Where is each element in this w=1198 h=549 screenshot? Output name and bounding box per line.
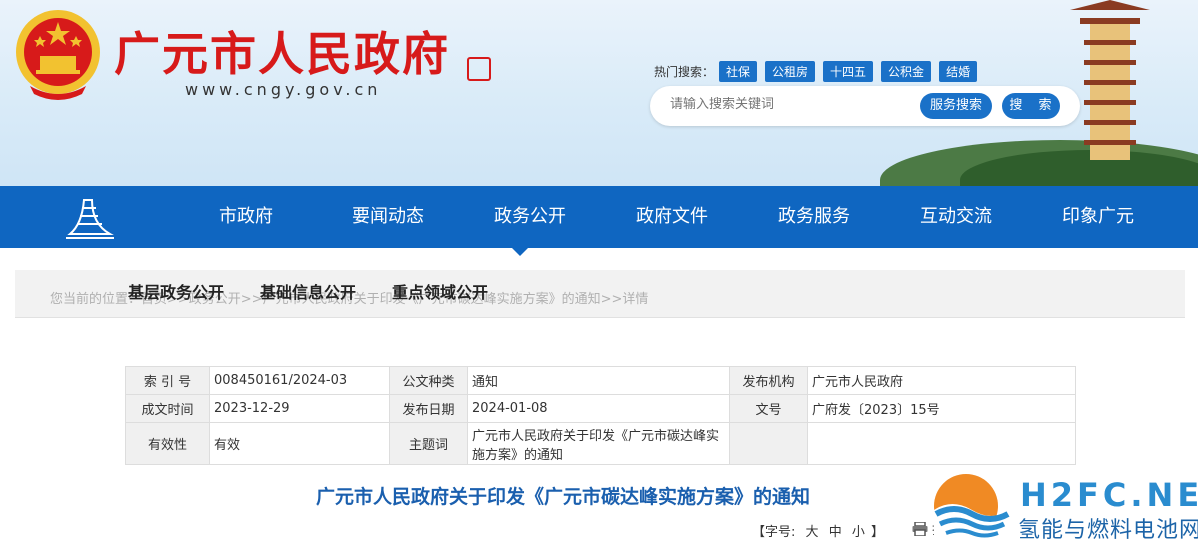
info-value: 2024-01-08 bbox=[467, 394, 730, 423]
font-size-label: 【字号: bbox=[752, 525, 796, 540]
info-value: 广府发〔2023〕15号 bbox=[807, 394, 1076, 423]
search-input[interactable] bbox=[670, 97, 910, 112]
info-key: 公文种类 bbox=[389, 366, 468, 395]
info-value: 2023-12-29 bbox=[209, 394, 390, 423]
hot-tag[interactable]: 结婚 bbox=[939, 61, 978, 82]
h2fc-logo-icon bbox=[934, 474, 1010, 542]
font-size-small[interactable]: 小 bbox=[852, 525, 865, 540]
nav-item-interaction[interactable]: 互动交流 bbox=[885, 186, 1027, 248]
sub-nav-item-basic-info[interactable]: 基础信息公开 bbox=[260, 279, 356, 303]
info-key: 有效性 bbox=[125, 422, 210, 465]
font-size-close: 】 bbox=[871, 525, 885, 540]
hot-tag[interactable]: 社保 bbox=[719, 61, 758, 82]
nav-item-news[interactable]: 要闻动态 bbox=[317, 186, 459, 248]
hot-tag[interactable]: 公积金 bbox=[881, 61, 932, 82]
hot-tag[interactable]: 十四五 bbox=[823, 61, 874, 82]
document-info-table: 索 引 号 008450161/2024-03 公文种类 通知 发布机构 广元市… bbox=[125, 366, 1076, 465]
nav-item-government-affairs[interactable]: 政务公开 bbox=[459, 186, 601, 248]
nav-item-government-documents[interactable]: 政府文件 bbox=[601, 186, 743, 248]
site-url[interactable]: www.cngy.gov.cn bbox=[185, 80, 381, 99]
watermark-tagline: 氢能与燃料电池网 bbox=[1018, 518, 1198, 543]
info-key: 成文时间 bbox=[125, 394, 210, 423]
info-key: 主题词 bbox=[389, 422, 468, 465]
hot-search-label: 热门搜索： bbox=[654, 65, 715, 79]
search-box: 服务搜索 搜 索 bbox=[650, 86, 1080, 126]
nav-item-city-government[interactable]: 市政府 bbox=[175, 186, 317, 248]
info-value: 008450161/2024-03 bbox=[209, 366, 390, 395]
tower-icon bbox=[1070, 0, 1150, 160]
site-title: 广元市人民政府 bbox=[114, 27, 450, 81]
article-title: 广元市人民政府关于印发《广元市碳达峰实施方案》的通知 bbox=[316, 486, 811, 508]
national-emblem-icon bbox=[16, 10, 100, 100]
info-value: 有效 bbox=[209, 422, 390, 465]
service-search-button[interactable]: 服务搜索 bbox=[920, 93, 992, 119]
site-header: 广元市人民政府 www.cngy.gov.cn 热门搜索： 社保 公租房 十四五… bbox=[0, 0, 1198, 186]
nav-item-government-services[interactable]: 政务服务 bbox=[743, 186, 885, 248]
table-row: 有效性 有效 主题词 广元市人民政府关于印发《广元市碳达峰实施方案》的通知 bbox=[125, 422, 1076, 465]
seal-icon bbox=[467, 57, 491, 81]
main-nav: 市政府 要闻动态 政务公开 政府文件 政务服务 互动交流 印象广元 bbox=[0, 186, 1198, 248]
info-value: 通知 bbox=[467, 366, 730, 395]
info-key: 索 引 号 bbox=[125, 366, 210, 395]
info-key: 发布机构 bbox=[729, 366, 808, 395]
nav-item-impression[interactable]: 印象广元 bbox=[1027, 186, 1169, 248]
hot-search-tags: 社保 公租房 十四五 公积金 结婚 bbox=[719, 61, 978, 82]
active-nav-indicator bbox=[510, 246, 530, 256]
page: 广元市人民政府 www.cngy.gov.cn 热门搜索： 社保 公租房 十四五… bbox=[0, 0, 1198, 549]
info-value: 广元市人民政府 bbox=[807, 366, 1076, 395]
watermark-brand: H2FC.NET bbox=[1020, 476, 1198, 514]
info-key: 发布日期 bbox=[389, 394, 468, 423]
info-key bbox=[729, 422, 808, 465]
info-key: 文号 bbox=[729, 394, 808, 423]
table-row: 成文时间 2023-12-29 发布日期 2024-01-08 文号 广府发〔2… bbox=[125, 394, 1076, 423]
table-row: 索 引 号 008450161/2024-03 公文种类 通知 发布机构 广元市… bbox=[125, 366, 1076, 395]
font-size-medium[interactable]: 中 bbox=[829, 525, 842, 540]
hot-tag[interactable]: 公租房 bbox=[765, 61, 816, 82]
sub-nav-item-grassroots[interactable]: 基层政务公开 bbox=[128, 279, 224, 303]
font-size-control: 【字号: 大 中 小 】 bbox=[752, 521, 884, 540]
font-size-large[interactable]: 大 bbox=[806, 525, 819, 540]
sub-nav-item-key-areas[interactable]: 重点领域公开 bbox=[392, 279, 488, 303]
sub-nav: 基层政务公开 基础信息公开 重点领域公开 bbox=[128, 279, 488, 303]
city-logo-icon bbox=[66, 199, 114, 239]
info-value bbox=[807, 422, 1076, 465]
printer-icon bbox=[912, 521, 928, 536]
info-value: 广元市人民政府关于印发《广元市碳达峰实施方案》的通知 bbox=[467, 422, 730, 465]
